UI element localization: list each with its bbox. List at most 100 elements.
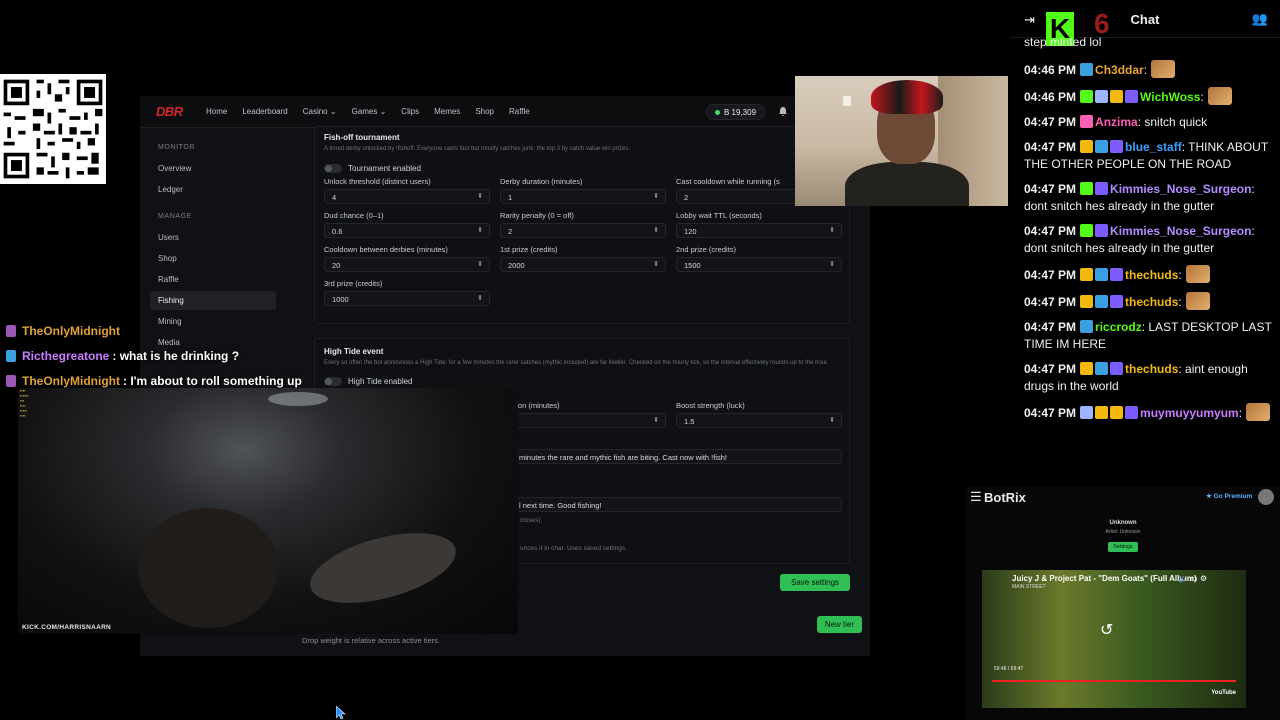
- go-premium-link[interactable]: ★ Go Premium: [1206, 492, 1252, 500]
- youtube-logo: YouTube: [1211, 690, 1236, 696]
- sidebar-item-shop[interactable]: Shop: [150, 249, 276, 268]
- nav-leaderboard[interactable]: Leaderboard: [242, 107, 287, 116]
- chat-timestamp: 04:47 PM: [1024, 182, 1077, 196]
- webcam-person-hair: [871, 80, 943, 114]
- overlay-chat-username: Ricthegreatone: [22, 348, 110, 363]
- chat-username[interactable]: Kimmies_Nose_Surgeon: [1110, 182, 1251, 196]
- hightide-duration-input[interactable]: [510, 413, 666, 428]
- balance-value: B 19,309: [724, 107, 757, 117]
- chat-badge-icon: [1110, 140, 1124, 153]
- chat-username[interactable]: thechuds: [1125, 295, 1178, 309]
- chat-username[interactable]: Ch3ddar: [1095, 63, 1144, 77]
- menu-icon[interactable]: ☰: [970, 489, 982, 505]
- video-time: 59:46 / 59:47: [994, 666, 1024, 672]
- youtube-player[interactable]: Juicy J & Project Pat - "Dem Goats" (Ful…: [982, 570, 1246, 708]
- chat-username[interactable]: Anzima: [1095, 115, 1138, 129]
- bell-icon[interactable]: [778, 106, 788, 117]
- avatar[interactable]: [1258, 489, 1274, 505]
- chat-username[interactable]: muymuyyumyum: [1140, 406, 1239, 420]
- boost-strength-input[interactable]: 1.5: [676, 413, 842, 428]
- chat-text: :: [1178, 268, 1182, 282]
- chat-username[interactable]: blue_staff: [1125, 140, 1182, 154]
- player-control-icons[interactable]: 🔈 ▭ ⚙: [1178, 574, 1207, 583]
- chat-badge-icon: [1125, 406, 1139, 419]
- nav-home[interactable]: Home: [206, 107, 227, 116]
- chat-username[interactable]: thechuds: [1125, 268, 1178, 282]
- announce-message-input[interactable]: minutes the rare and mythic fish are bit…: [510, 449, 842, 464]
- end-message-input[interactable]: l next time. Good fishing!: [510, 497, 842, 512]
- fishoff-title: Fish-off tournament: [324, 133, 400, 142]
- replay-icon[interactable]: ↺: [1100, 620, 1113, 640]
- chat-username[interactable]: Kimmies_Nose_Surgeon: [1110, 224, 1251, 238]
- chat-username[interactable]: WichWoss: [1140, 90, 1200, 104]
- nav-clips[interactable]: Clips: [401, 107, 419, 116]
- chat-messages: step minted lol 04:46 PM Ch3ddar: 04:46 PM…: [1024, 34, 1274, 430]
- arm-silhouette: [302, 519, 464, 617]
- chat-username[interactable]: riccrodz: [1095, 320, 1142, 334]
- nav-casino[interactable]: Casino ⌄: [303, 107, 337, 116]
- nav-memes[interactable]: Memes: [434, 107, 460, 116]
- irl-stream-capture: ▪▪▪▪ ▪▪▪▪▪▪ ▪▪▪ ▪▪▪▪ ▪▪▪▪▪ ▪▪▪▪ KICK.COM/HARR…: [18, 388, 518, 634]
- chat-username[interactable]: thechuds: [1125, 362, 1178, 376]
- chat-badge-icon: [1080, 140, 1094, 153]
- botrix-settings-button[interactable]: Settings: [1108, 542, 1138, 552]
- chat-timestamp: 04:47 PM: [1024, 268, 1077, 282]
- nav-raffle[interactable]: Raffle: [509, 107, 530, 116]
- field-label: Cooldown between derbies (minutes): [324, 245, 448, 254]
- mic-badge-icon: [6, 324, 16, 337]
- field-label: 1st prize (credits): [500, 245, 558, 254]
- chat-badge-icon: [1080, 224, 1094, 237]
- chat-badge-icon: [1110, 268, 1124, 281]
- field-label: 2nd prize (credits): [676, 245, 737, 254]
- derby-duration-input[interactable]: 1: [500, 189, 666, 204]
- sidebar-item-overview[interactable]: Overview: [150, 159, 276, 178]
- balance-badge[interactable]: B 19,309: [706, 104, 766, 120]
- second-prize-input[interactable]: 1500: [676, 257, 842, 272]
- botrix-widget: ☰ BotRix ★ Go Premium Unknown Artist: Un…: [966, 486, 1280, 720]
- save-settings-button[interactable]: Save settings: [780, 574, 850, 591]
- field-label: 3rd prize (credits): [324, 279, 383, 288]
- tournament-toggle[interactable]: [324, 164, 342, 174]
- chat-text: :: [1143, 63, 1148, 77]
- chat-badge-icon: [1125, 90, 1139, 103]
- overlay-chat-username: TheOnlyMidnight: [22, 323, 120, 338]
- chat-badge-icon: [1095, 140, 1109, 153]
- site-logo[interactable]: DBR: [156, 104, 183, 119]
- overlay-chat-text: : I'm about to roll something up: [123, 373, 302, 388]
- derby-cooldown-input[interactable]: 20: [324, 257, 490, 272]
- video-progress-bar[interactable]: [992, 680, 1236, 682]
- sidebar-item-users[interactable]: Users: [150, 228, 276, 247]
- track-artist: Artist: Unknown: [1105, 529, 1141, 535]
- chat-timestamp: 04:47 PM: [1024, 115, 1077, 129]
- field-label: ation (minutes): [510, 401, 560, 410]
- tournament-toggle-row: Tournament enabled: [324, 160, 844, 178]
- rarity-penalty-input[interactable]: 2: [500, 223, 666, 238]
- first-prize-input[interactable]: 2000: [500, 257, 666, 272]
- sidebar-item-fishing[interactable]: Fishing: [150, 291, 276, 310]
- sidebar-item-raffle[interactable]: Raffle: [150, 270, 276, 289]
- unlock-threshold-input[interactable]: 4: [324, 189, 490, 204]
- field-dud-chance: Dud chance (0–1) 0.6: [324, 211, 490, 238]
- overlay-chat-line: TheOnlyMidnight: [0, 318, 520, 343]
- track-status: Unknown: [1109, 520, 1137, 526]
- overlay-chat-line: TheOnlyMidnight : I'm about to roll some…: [0, 368, 520, 393]
- third-prize-input[interactable]: 1000: [324, 291, 490, 306]
- users-icon[interactable]: 👥: [1252, 11, 1268, 27]
- nav-games[interactable]: Games ⌄: [352, 107, 387, 116]
- chat-badge-icon: [1110, 90, 1124, 103]
- lobby-ttl-input[interactable]: 120: [676, 223, 842, 238]
- chat-message: 04:46 PM WichWoss:: [1024, 87, 1274, 106]
- chat-badge-icon: [1110, 295, 1124, 308]
- field-hightide-duration: ation (minutes): [510, 401, 666, 428]
- new-tier-button[interactable]: New tier: [817, 616, 862, 633]
- nav-links: Home Leaderboard Casino ⌄ Games ⌄ Clips …: [206, 107, 530, 116]
- nav-shop[interactable]: Shop: [475, 107, 494, 116]
- emote-icon: [1185, 292, 1210, 310]
- chat-message: 04:47 PM Anzima: snitch quick: [1024, 114, 1274, 131]
- dud-chance-input[interactable]: 0.6: [324, 223, 490, 238]
- sidebar-item-ledger[interactable]: Ledger: [150, 180, 276, 199]
- emote-icon: [1246, 403, 1271, 421]
- overlay-chat-text: : what is he drinking ?: [112, 348, 240, 363]
- qr-code: [0, 74, 106, 184]
- chat-badge-icon: [1095, 406, 1109, 419]
